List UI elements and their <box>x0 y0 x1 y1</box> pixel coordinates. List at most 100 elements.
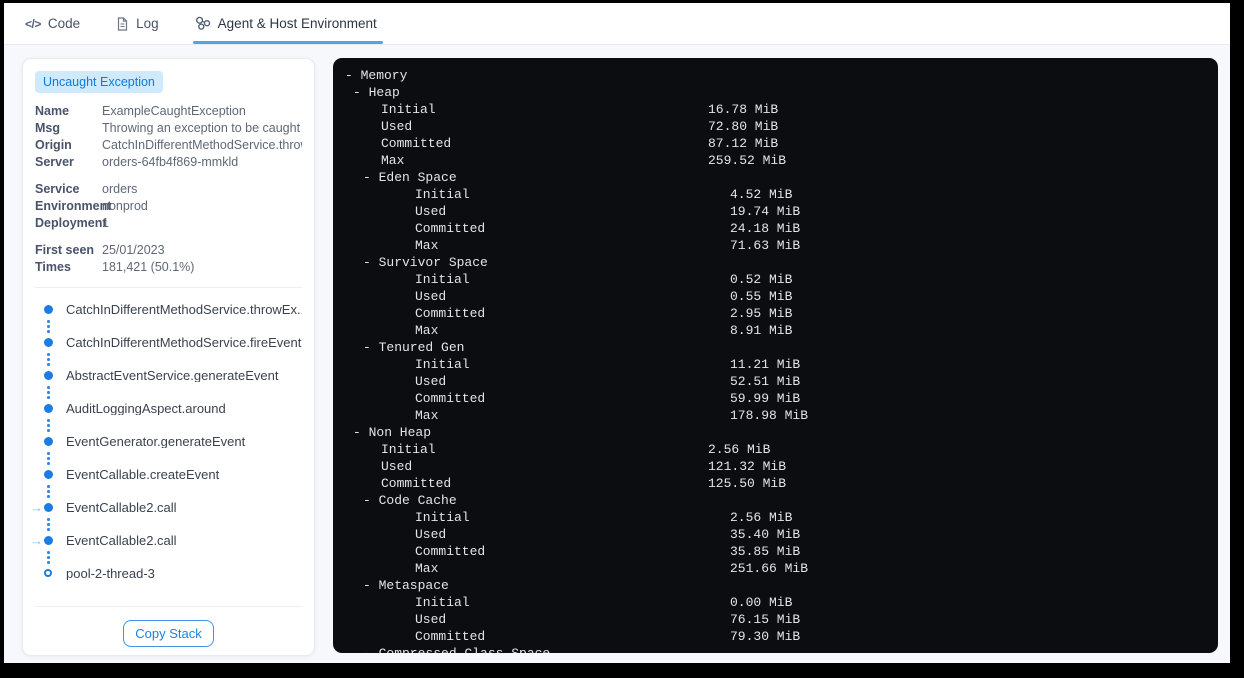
detail-value: orders <box>102 182 138 196</box>
memory-row-label: Committed <box>415 544 486 559</box>
memory-row-label: Used <box>415 289 447 304</box>
memory-metric-row: Initial 2.56 MiB <box>345 509 1204 526</box>
stack-frame-label: AuditLoggingAspect.around <box>66 402 226 415</box>
agent-icon <box>195 16 211 31</box>
detail-label: Name <box>35 104 70 118</box>
detail-value: ExampleCaughtException <box>102 104 246 118</box>
detail-value: orders-64fb4f869-mmkld <box>102 155 239 169</box>
memory-metric-row: Initial 16.78 MiB <box>345 101 1204 118</box>
memory-group-row[interactable]: - Heap <box>345 84 1204 101</box>
memory-row-value: 0.52 MiB <box>730 272 793 287</box>
memory-tree-panel[interactable]: - Memory - Heap Initial 16.78 MiB Used 72.80 … <box>333 58 1218 653</box>
tab-agent-host-environment[interactable]: Agent & Host Environment <box>192 3 383 44</box>
stack-connector <box>47 452 50 465</box>
stack-connector <box>47 551 50 564</box>
stack-connector <box>47 518 50 531</box>
divider <box>35 287 302 288</box>
memory-row-label: Used <box>381 119 413 134</box>
memory-metric-row: Max 259.52 MiB <box>345 152 1204 169</box>
memory-row-label: - Compressed Class Space <box>363 646 550 653</box>
memory-metric-row: Initial 2.56 MiB <box>345 441 1204 458</box>
memory-row-value: 35.85 MiB <box>730 544 801 559</box>
memory-metric-row: Committed 24.18 MiB <box>345 220 1204 237</box>
stack-item[interactable]: → EventCallable2.call <box>30 534 302 567</box>
memory-row-label: Initial <box>415 595 470 610</box>
memory-row-value: 251.66 MiB <box>730 561 809 576</box>
app-window: </> Code Log Agent & Host Environment Uncau… <box>4 3 1230 663</box>
stack-frame-label: EventCallable.createEvent <box>66 468 220 481</box>
memory-row-label: Committed <box>415 391 486 406</box>
tab-label: Log <box>136 16 159 31</box>
detail-label: Environment <box>35 199 112 213</box>
memory-group-row[interactable]: - Code Cache <box>345 492 1204 509</box>
detail-group: First seen 25/01/2023 Times 181,421 (50.1%) <box>35 243 302 274</box>
stack-item[interactable]: AbstractEventService.generateEvent <box>42 369 302 402</box>
memory-metric-row: Committed 87.12 MiB <box>345 135 1204 152</box>
stack-item[interactable]: AuditLoggingAspect.around <box>42 402 302 435</box>
memory-row-value: 59.99 MiB <box>730 391 801 406</box>
memory-row-label: Max <box>415 238 439 253</box>
stack-item[interactable]: pool-2-thread-3 <box>42 567 302 600</box>
tab-log[interactable]: Log <box>116 3 159 44</box>
exception-type-badge: Uncaught Exception <box>35 71 163 93</box>
stack-frame-label: AbstractEventService.generateEvent <box>66 369 279 382</box>
thread-circle-icon <box>44 569 52 577</box>
memory-row-value: 259.52 MiB <box>708 153 787 168</box>
memory-row-value: 79.30 MiB <box>730 629 801 644</box>
memory-metric-row: Committed 125.50 MiB <box>345 475 1204 492</box>
memory-group-row[interactable]: - Survivor Space <box>345 254 1204 271</box>
stack-connector <box>47 320 50 333</box>
frame-dot-icon <box>44 338 53 347</box>
frame-dot-icon <box>44 503 53 512</box>
frame-dot-icon <box>44 371 53 380</box>
stack-item[interactable]: → EventCallable2.call <box>30 501 302 534</box>
memory-row-label: Initial <box>381 102 436 117</box>
memory-group-row[interactable]: - Tenured Gen <box>345 339 1204 356</box>
memory-row-label: Max <box>415 408 439 423</box>
stack-connector <box>47 419 50 432</box>
memory-row-label: - Non Heap <box>353 425 432 440</box>
tab-label: Code <box>47 16 81 31</box>
memory-metric-row: Initial 11.21 MiB <box>345 356 1204 373</box>
stack-item[interactable]: CatchInDifferentMethodService.fireEvent <box>42 336 302 369</box>
memory-group-row[interactable]: - Compressed Class Space <box>345 645 1204 653</box>
frame-dot-icon <box>44 470 53 479</box>
memory-row-label: - Heap <box>353 85 400 100</box>
stack-item[interactable]: EventGenerator.generateEvent <box>42 435 302 468</box>
frame-dot-icon <box>44 536 53 545</box>
tab-code[interactable]: </> Code <box>25 3 80 44</box>
stack-item[interactable]: CatchInDifferentMethodService.throwEx... <box>42 303 302 336</box>
memory-row-label: - Code Cache <box>363 493 457 508</box>
memory-row-label: Initial <box>415 187 470 202</box>
memory-row-value: 76.15 MiB <box>730 612 801 627</box>
divider <box>35 606 302 607</box>
memory-metric-row: Max 251.66 MiB <box>345 560 1204 577</box>
memory-row-label: Initial <box>415 357 470 372</box>
memory-metric-row: Initial 0.00 MiB <box>345 594 1204 611</box>
memory-row-label: - Memory <box>345 68 408 83</box>
stack-frame-label: pool-2-thread-3 <box>66 567 155 580</box>
detail-value: 25/01/2023 <box>102 243 165 257</box>
copy-stack-button[interactable]: Copy Stack <box>123 620 214 647</box>
memory-group-row[interactable]: - Memory <box>345 67 1204 84</box>
memory-row-value: 178.98 MiB <box>730 408 809 423</box>
memory-row-label: - Survivor Space <box>363 255 488 270</box>
detail-value: 1 <box>102 216 109 230</box>
memory-group-row[interactable]: - Eden Space <box>345 169 1204 186</box>
memory-metric-row: Max 8.91 MiB <box>345 322 1204 339</box>
frame-dot-icon <box>44 437 53 446</box>
memory-row-value: 0.00 MiB <box>730 595 793 610</box>
detail-label: Origin <box>35 138 72 152</box>
memory-group-row[interactable]: - Metaspace <box>345 577 1204 594</box>
memory-row-label: Committed <box>381 136 452 151</box>
stack-item[interactable]: EventCallable.createEvent <box>42 468 302 501</box>
memory-group-row[interactable]: - Non Heap <box>345 424 1204 441</box>
stack-trace-list: CatchInDifferentMethodService.throwEx...… <box>30 303 302 600</box>
memory-row-label: - Eden Space <box>363 170 457 185</box>
memory-row-value: 11.21 MiB <box>730 357 801 372</box>
memory-row-label: - Tenured Gen <box>363 340 465 355</box>
current-frame-arrow-icon: → <box>30 533 43 548</box>
memory-row-label: Committed <box>415 306 486 321</box>
memory-row-value: 0.55 MiB <box>730 289 793 304</box>
stack-frame-label: CatchInDifferentMethodService.throwEx... <box>66 303 302 316</box>
